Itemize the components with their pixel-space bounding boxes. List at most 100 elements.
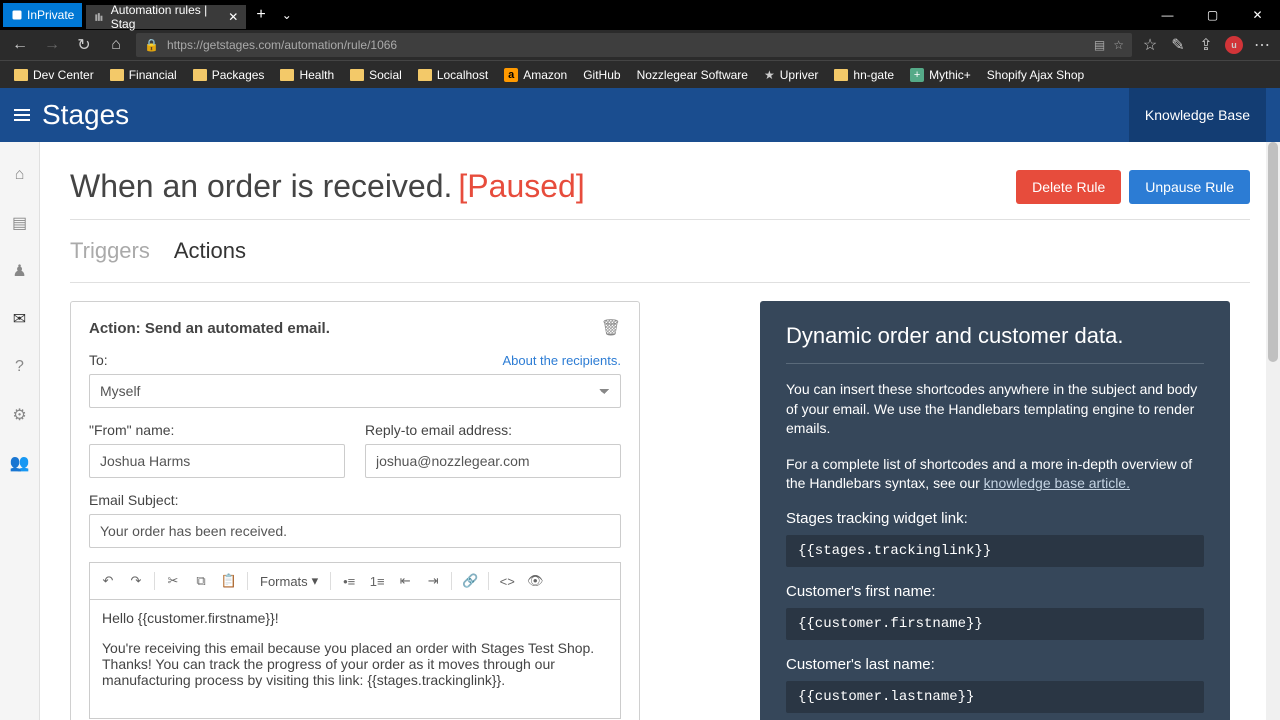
bookmark-item[interactable]: Financial (104, 65, 183, 85)
notes-icon[interactable]: ✎ (1168, 35, 1188, 55)
copy-icon[interactable]: ⧉ (189, 569, 213, 593)
nav-back-button[interactable]: ← (8, 33, 32, 57)
subject-label: Email Subject: (89, 492, 178, 508)
bookmark-label: Dev Center (33, 68, 94, 82)
editor-paragraph: Hello {{customer.firstname}}! (102, 610, 608, 626)
to-select[interactable]: Myself (89, 374, 621, 408)
reply-to-label: Reply-to email address: (365, 422, 512, 438)
bookmark-item[interactable]: ★ Upriver (758, 65, 824, 85)
bookmark-item[interactable]: + Mythic+ (904, 65, 977, 85)
window-minimize-button[interactable]: ― (1145, 0, 1190, 30)
bookmark-label: Nozzlegear Software (637, 68, 748, 82)
plus-icon: + (910, 68, 924, 82)
email-body-editor[interactable]: Hello {{customer.firstname}}! You're rec… (89, 599, 621, 719)
nav-refresh-button[interactable]: ↻ (72, 33, 96, 57)
kb-article-link[interactable]: knowledge base article. (984, 475, 1130, 491)
reply-to-input[interactable] (365, 444, 621, 478)
nav-forward-button[interactable]: → (40, 33, 64, 57)
rail-home-icon[interactable]: ⌂ (11, 166, 29, 184)
rail-mail-icon[interactable]: ✉ (11, 310, 29, 328)
star-icon: ★ (764, 68, 775, 82)
outdent-icon[interactable]: ⇤ (393, 569, 417, 593)
rail-people-icon[interactable]: 👥 (11, 454, 29, 472)
bookmark-label: Upriver (780, 68, 819, 82)
tab-triggers[interactable]: Triggers (70, 238, 150, 264)
bookmark-item[interactable]: Nozzlegear Software (631, 65, 754, 85)
divider (70, 219, 1250, 220)
bookmark-item[interactable]: Dev Center (8, 65, 100, 85)
bookmark-label: Health (299, 68, 334, 82)
bullet-list-icon[interactable]: •≡ (337, 569, 361, 593)
from-name-label: "From" name: (89, 422, 174, 438)
unpause-rule-button[interactable]: Unpause Rule (1129, 170, 1250, 204)
code-icon[interactable]: <> (495, 569, 519, 593)
indent-icon[interactable]: ⇥ (421, 569, 445, 593)
tab-close-icon[interactable]: ✕ (228, 10, 238, 24)
rail-user-icon[interactable]: ♟ (11, 262, 29, 280)
url-text: https://getstages.com/automation/rule/10… (167, 38, 397, 52)
menu-hamburger-icon[interactable] (14, 109, 30, 121)
favorite-star-icon[interactable]: ☆ (1113, 38, 1124, 52)
share-icon[interactable]: ⇪ (1196, 35, 1216, 55)
redo-icon[interactable]: ↷ (124, 569, 148, 593)
from-name-input[interactable] (89, 444, 345, 478)
bookmark-item[interactable]: Shopify Ajax Shop (981, 65, 1090, 85)
scrollbar-track[interactable] (1266, 142, 1280, 720)
bookmark-item[interactable]: hn-gate (828, 65, 900, 85)
new-tab-button[interactable]: + (246, 6, 275, 24)
bookmark-label: Localhost (437, 68, 488, 82)
rail-gear-icon[interactable]: ⚙ (11, 406, 29, 424)
favorites-icon[interactable]: ☆ (1140, 35, 1160, 55)
bookmark-label: GitHub (583, 68, 620, 82)
more-icon[interactable]: ⋯ (1252, 35, 1272, 55)
tab-actions[interactable]: Actions (174, 238, 246, 264)
delete-rule-button[interactable]: Delete Rule (1016, 170, 1121, 204)
window-close-button[interactable]: ✕ (1235, 0, 1280, 30)
folder-icon (193, 69, 207, 81)
nav-home-button[interactable]: ⌂ (104, 33, 128, 57)
side-nav-rail: ⌂ ▤ ♟ ✉ ? ⚙ 👥 (0, 142, 40, 720)
bookmark-item[interactable]: Packages (187, 65, 271, 85)
bookmark-item[interactable]: Social (344, 65, 408, 85)
bookmark-label: Social (369, 68, 402, 82)
shortcode-code[interactable]: {{stages.trackinglink}} (786, 535, 1204, 567)
bookmark-item[interactable]: GitHub (577, 65, 626, 85)
window-maximize-button[interactable]: ▢ (1190, 0, 1235, 30)
shortcode-label: Stages tracking widget link: (786, 510, 1204, 527)
tab-favicon (94, 11, 104, 23)
subject-input[interactable] (89, 514, 621, 548)
paste-icon[interactable]: 📋 (217, 569, 241, 593)
bookmark-item[interactable]: aAmazon (498, 65, 573, 85)
bookmark-label: Mythic+ (929, 68, 971, 82)
number-list-icon[interactable]: 1≡ (365, 569, 389, 593)
bookmark-item[interactable]: Health (274, 65, 340, 85)
shortcode-code[interactable]: {{customer.firstname}} (786, 608, 1204, 640)
browser-tab[interactable]: Automation rules | Stag ✕ (86, 5, 246, 29)
about-recipients-link[interactable]: About the recipients. (502, 353, 621, 368)
url-input[interactable]: 🔒 https://getstages.com/automation/rule/… (136, 33, 1132, 57)
rule-tabs: Triggers Actions (70, 238, 1250, 264)
cut-icon[interactable]: ✂ (161, 569, 185, 593)
bookmark-label: Financial (129, 68, 177, 82)
extension-badge[interactable]: u (1224, 35, 1244, 55)
scrollbar-thumb[interactable] (1268, 142, 1278, 362)
knowledge-base-link[interactable]: Knowledge Base (1129, 88, 1266, 142)
reading-view-icon[interactable]: ▤ (1094, 38, 1105, 52)
browser-titlebar: InPrivate Automation rules | Stag ✕ + ⌄ … (0, 0, 1280, 30)
rail-doc-icon[interactable]: ▤ (11, 214, 29, 232)
link-icon[interactable]: 🔗 (458, 569, 482, 593)
action-card-title: Action: Send an automated email. (89, 320, 330, 337)
undo-icon[interactable]: ↶ (96, 569, 120, 593)
rail-help-icon[interactable]: ? (11, 358, 29, 376)
panel-more: For a complete list of shortcodes and a … (786, 455, 1204, 494)
bookmark-item[interactable]: Localhost (412, 65, 494, 85)
tab-title: Automation rules | Stag (111, 3, 219, 31)
preview-icon[interactable]: 👁 (523, 569, 547, 593)
editor-toolbar: ↶ ↷ ✂ ⧉ 📋 Formats▾ •≡ 1≡ ⇤ ⇥ 🔗 <> (89, 562, 621, 599)
delete-action-icon[interactable]: 🗑 (601, 318, 621, 338)
inprivate-badge: InPrivate (3, 3, 82, 27)
shortcode-code[interactable]: {{customer.lastname}} (786, 681, 1204, 713)
folder-icon (834, 69, 848, 81)
formats-dropdown[interactable]: Formats▾ (254, 573, 324, 589)
tabs-dropdown-icon[interactable]: ⌄ (276, 8, 298, 22)
